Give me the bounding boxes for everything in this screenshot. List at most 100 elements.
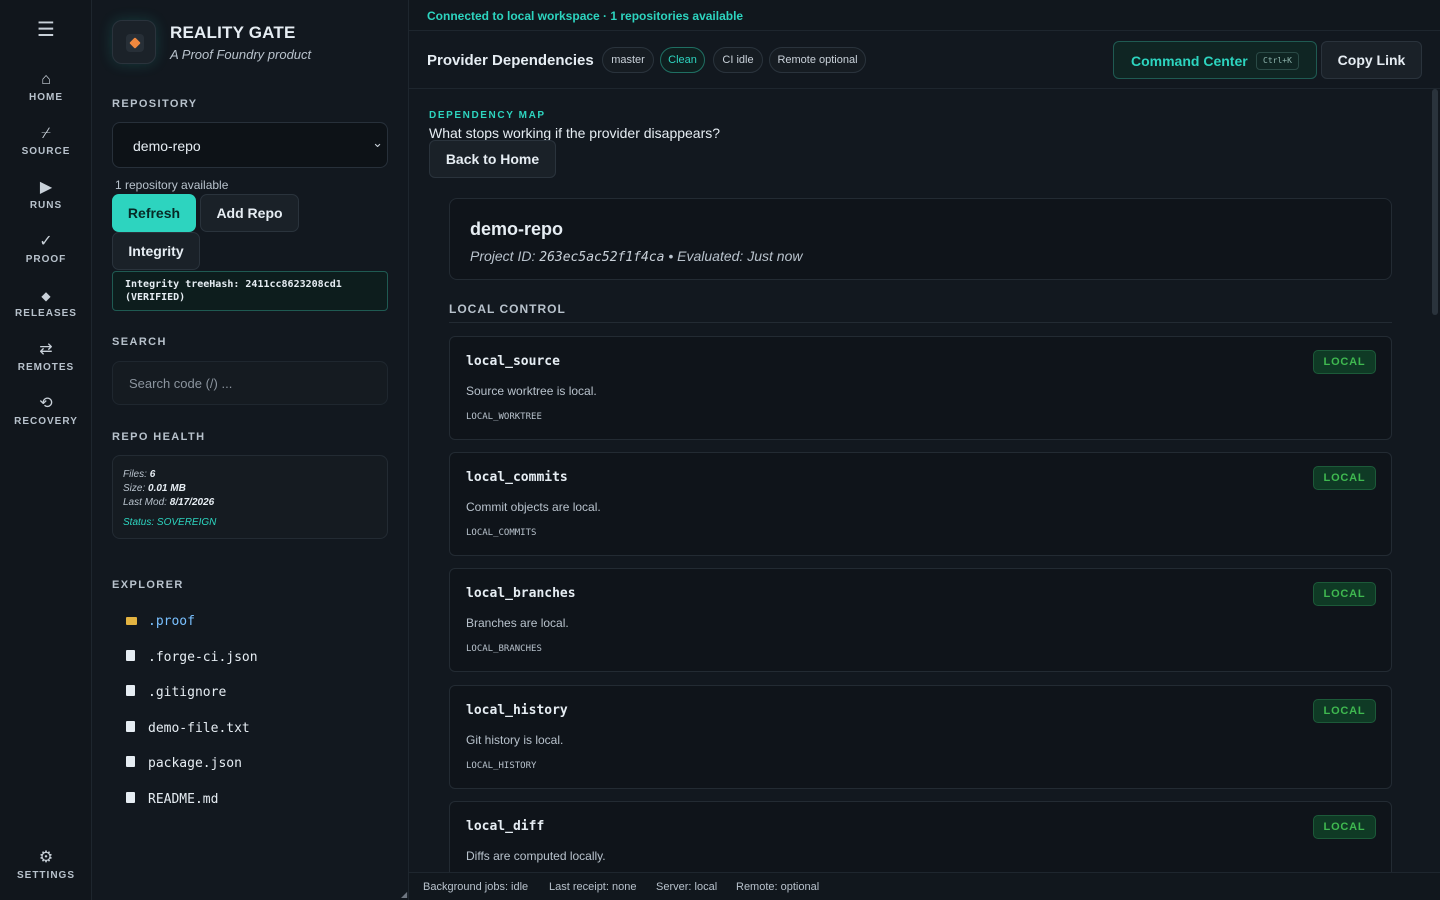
last-modified: 8/17/2026	[169, 497, 215, 508]
rail-item-recovery[interactable]: ⟲ RECOVERY	[0, 394, 92, 427]
dependency-card: local_commits Commit objects are local. …	[449, 452, 1392, 556]
dependency-desc: Commit objects are local.	[466, 500, 601, 514]
rail-item-source[interactable]: ⌿ SOURCE	[0, 124, 92, 157]
page-header: Provider Dependencies master Clean CI id…	[409, 31, 1440, 89]
dependency-name: local_history	[466, 703, 568, 718]
repo-count: 1 repository available	[115, 178, 229, 192]
scrollbar-thumb[interactable]	[1432, 89, 1438, 315]
rail-item-settings[interactable]: ⚙ SETTINGS	[0, 848, 92, 881]
chevron-down-icon: ⌄	[372, 135, 383, 150]
divider	[449, 322, 1392, 323]
rail-item-label: PROOF	[25, 254, 67, 265]
explorer-label: EXPLORER	[112, 579, 184, 591]
repo-select-value: demo-repo	[133, 138, 201, 154]
menu-icon[interactable]: ☰	[0, 18, 92, 42]
brand-name: REALITY GATE	[170, 23, 296, 42]
dependency-desc: Git history is local.	[466, 733, 564, 747]
dependency-name: local_commits	[466, 470, 568, 485]
status-badge: LOCAL	[1313, 350, 1376, 374]
explorer-file[interactable]: README.md	[126, 792, 218, 807]
home-icon: ⌂	[41, 71, 51, 88]
add-repo-button[interactable]: Add Repo	[200, 194, 299, 232]
play-icon: ▶	[39, 179, 53, 196]
explorer-file[interactable]: .forge-ci.json	[126, 650, 258, 665]
refresh-button[interactable]: Refresh	[112, 194, 196, 232]
dependency-code: LOCAL_BRANCHES	[466, 644, 542, 654]
dependency-name: local_diff	[466, 819, 545, 834]
dependency-desc: Source worktree is local.	[466, 384, 597, 398]
integrity-button[interactable]: Integrity	[112, 232, 200, 270]
explorer-file[interactable]: .gitignore	[126, 685, 226, 700]
rail-item-label: REMOTES	[17, 362, 75, 373]
command-center-button[interactable]: Command Center Ctrl+K	[1113, 41, 1317, 79]
source-icon: ⌿	[41, 125, 51, 142]
files-label: Files:	[123, 469, 147, 480]
rail-item-label: SETTINGS	[16, 870, 75, 881]
back-to-home-button[interactable]: Back to Home	[429, 140, 556, 178]
diamond-icon: ◆	[41, 289, 51, 303]
rail-item-label: RELEASES	[15, 308, 77, 319]
repository-label: REPOSITORY	[112, 98, 198, 110]
integrity-hash: Integrity treeHash: 2411cc8623208cd1	[125, 279, 342, 290]
explorer-item-label: README.md	[148, 792, 219, 807]
dependency-code: LOCAL_COMMITS	[466, 528, 537, 538]
side-panel: REALITY GATE A Proof Foundry product REP…	[92, 0, 409, 900]
shortcut-hint: Ctrl+K	[1256, 52, 1299, 70]
status-jobs: Background jobs: idle	[423, 881, 529, 893]
swap-arrows-icon: ⇄	[39, 341, 53, 358]
status-badge: LOCAL	[1313, 466, 1376, 490]
file-icon	[126, 756, 135, 767]
section-question: What stops working if the provider disap…	[429, 125, 721, 141]
file-icon	[126, 650, 135, 661]
clean-pill: Clean	[660, 47, 705, 73]
evaluated-text: • Evaluated: Just now	[668, 248, 803, 264]
file-icon	[126, 685, 135, 696]
explorer-folder[interactable]: .proof	[126, 614, 195, 629]
gear-icon: ⚙	[38, 849, 54, 866]
repo-select[interactable]: demo-repo ⌄	[112, 122, 388, 168]
resize-handle-icon[interactable]: ◢	[401, 890, 407, 899]
project-id: 263ec5ac52f1f4ca	[539, 250, 665, 265]
dependency-code: LOCAL_WORKTREE	[466, 412, 542, 422]
nav-rail: ☰ ⌂ HOME ⌿ SOURCE ▶ RUNS ✓ PROOF ◆ RELEA…	[0, 0, 92, 900]
main-area: Connected to local workspace · 1 reposit…	[409, 0, 1440, 900]
status-bar: Background jobs: idle Last receipt: none…	[409, 872, 1440, 900]
explorer-item-label: package.json	[148, 756, 242, 771]
explorer-file[interactable]: demo-file.txt	[126, 721, 250, 736]
rail-item-remotes[interactable]: ⇄ REMOTES	[0, 340, 92, 373]
project-meta: Project ID: 263ec5ac52f1f4ca • Evaluated…	[470, 248, 802, 265]
group-label: LOCAL CONTROL	[449, 302, 566, 316]
file-icon	[126, 721, 135, 732]
integrity-status: (VERIFIED)	[125, 292, 186, 303]
remote-pill: Remote optional	[769, 47, 866, 73]
restore-icon: ⟲	[39, 395, 53, 412]
search-input[interactable]	[112, 361, 388, 405]
dependency-card: local_source Source worktree is local. L…	[449, 336, 1392, 440]
search-label: SEARCH	[112, 336, 167, 348]
repo-health-card: Files: 6 Size: 0.01 MB Last Mod: 8/17/20…	[112, 455, 388, 539]
rail-item-label: RUNS	[29, 200, 63, 211]
content-scroll[interactable]: DEPENDENCY MAP What stops working if the…	[409, 89, 1440, 872]
rail-item-runs[interactable]: ▶ RUNS	[0, 178, 92, 211]
dependency-card: local_diff Diffs are computed locally. L…	[449, 801, 1392, 872]
project-name: demo-repo	[470, 219, 564, 239]
health-status: Status: SOVEREIGN	[123, 517, 217, 528]
connection-bar: Connected to local workspace · 1 reposit…	[409, 0, 1440, 31]
explorer-file[interactable]: package.json	[126, 756, 242, 771]
connection-status: Connected to local workspace · 1 reposit…	[427, 9, 744, 23]
project-card: demo-repo Project ID: 263ec5ac52f1f4ca •…	[449, 198, 1392, 280]
rail-item-label: HOME	[29, 92, 63, 103]
dependency-name: local_branches	[466, 586, 576, 601]
explorer-item-label: .gitignore	[148, 685, 227, 700]
lastmod-label: Last Mod:	[123, 497, 167, 508]
project-id-label: Project ID:	[470, 248, 536, 264]
rail-item-home[interactable]: ⌂ HOME	[0, 70, 92, 103]
repo-health-label: REPO HEALTH	[112, 431, 206, 443]
copy-link-button[interactable]: Copy Link	[1321, 41, 1422, 79]
rail-item-proof[interactable]: ✓ PROOF	[0, 232, 92, 265]
branch-pill: master	[602, 47, 654, 73]
dependency-name: local_source	[466, 354, 560, 369]
size-label: Size:	[123, 483, 146, 494]
status-badge: LOCAL	[1313, 699, 1376, 723]
rail-item-releases[interactable]: ◆ RELEASES	[0, 286, 92, 319]
